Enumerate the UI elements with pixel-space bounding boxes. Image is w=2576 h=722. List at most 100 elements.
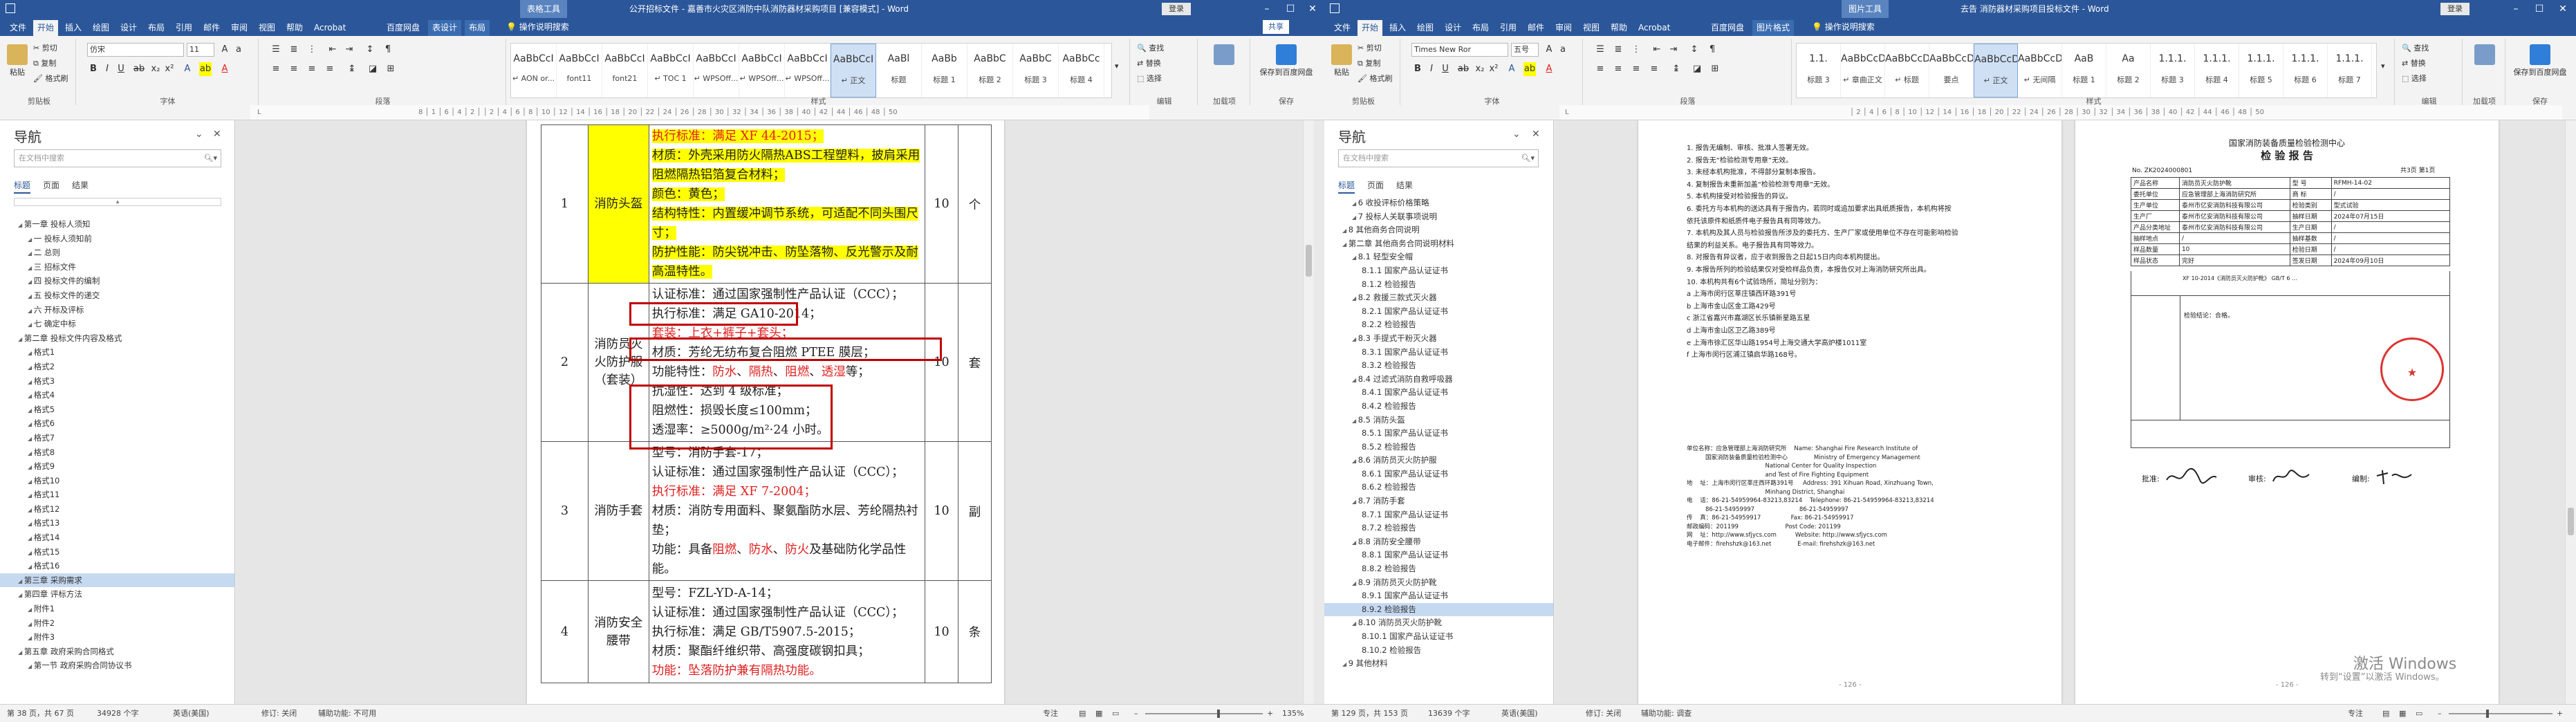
minimize-icon[interactable]: –	[2504, 0, 2528, 18]
grow-font-button[interactable]: A	[219, 43, 231, 57]
style-item[interactable]: AaBbCcD ↵ 正文	[1974, 44, 2018, 98]
nav-item[interactable]: 8.6.1 国家产品认证证书	[1324, 468, 1553, 481]
signin-button[interactable]: 登录	[1162, 3, 1191, 15]
tab-12[interactable]: 百度网盘	[382, 20, 424, 36]
expand-caret-icon[interactable]: ◢	[1352, 214, 1358, 221]
shading-icon[interactable]: ◪	[367, 62, 379, 76]
style-item[interactable]: 1.1.1. 标题 7	[2328, 44, 2372, 98]
shrink-font-button[interactable]: a	[232, 43, 245, 57]
tab-11[interactable]: Acrobat	[1634, 20, 1674, 36]
expand-caret-icon[interactable]: ◢	[28, 250, 34, 257]
tell-me-search[interactable]: 💡 操作说明搜索	[1812, 20, 1875, 34]
tell-me-search[interactable]: 💡 操作说明搜索	[506, 20, 569, 34]
highlight-color-icon[interactable]: ab	[199, 62, 212, 76]
share-button[interactable]: 共享	[1263, 20, 1289, 34]
nav-item[interactable]: ◢ 第二章 其他商务合同说明材料	[1324, 237, 1553, 251]
paste-button[interactable]: 粘贴	[6, 44, 29, 77]
nav-item[interactable]: ◢ 格式3	[0, 374, 234, 389]
nav-tab-1[interactable]: 页面	[43, 177, 59, 194]
font-size-combo[interactable]: 五号	[1511, 43, 1539, 57]
nav-search-input[interactable]: 在文档中搜索 🔍︎▾	[14, 149, 221, 167]
align-left-icon[interactable]: ≡	[270, 62, 282, 76]
expand-caret-icon[interactable]: ◢	[28, 393, 34, 399]
numbering-icon[interactable]: ≣	[1612, 43, 1624, 57]
style-item[interactable]: AaBbCcI ↵ TOC 1	[648, 44, 694, 98]
borders-icon[interactable]: ⊞	[1709, 62, 1721, 76]
zoom-slider[interactable]	[1145, 713, 1263, 714]
nav-item[interactable]: 8.5.2 检验报告	[1324, 441, 1553, 454]
nav-item[interactable]: ◢ 格式13	[0, 516, 234, 530]
nav-item[interactable]: ◢ 第五章 政府采购合同格式	[0, 645, 234, 659]
strikethrough-icon[interactable]: ab	[133, 62, 145, 76]
expand-caret-icon[interactable]: ◢	[28, 421, 34, 427]
replace-button[interactable]: ⇄ 替换	[2402, 57, 2426, 71]
numbering-icon[interactable]: ≣	[288, 43, 300, 57]
tab-3[interactable]: 绘图	[1413, 20, 1438, 36]
nav-item[interactable]: ◢ 8.6 消防员灭火防护服	[1324, 454, 1553, 468]
status-words[interactable]: 34928 个字	[97, 705, 139, 722]
underline-icon[interactable]: U	[115, 62, 127, 76]
horizontal-ruler[interactable]: L 8 │ 1 │ 6 │ 4 │ 2 │ │ 2 │ 4 │ 6 │ 8 │ …	[250, 105, 1149, 120]
print-layout-icon[interactable]: ▦	[1095, 705, 1102, 722]
vertical-scrollbar[interactable]	[2565, 120, 2576, 704]
tab-6[interactable]: 引用	[1496, 20, 1521, 36]
nav-item[interactable]: ◢ 附件2	[0, 616, 234, 631]
nav-item[interactable]: ◢ 格式11	[0, 488, 234, 502]
expand-caret-icon[interactable]: ◢	[1342, 661, 1349, 667]
nav-item[interactable]: ◢ 8.9 消防员灭火防护靴	[1324, 576, 1553, 590]
expand-caret-icon[interactable]: ◢	[18, 222, 24, 228]
strikethrough-icon[interactable]: ab	[1457, 62, 1470, 76]
expand-caret-icon[interactable]: ◢	[18, 649, 24, 656]
nav-item[interactable]: ◢ 格式15	[0, 545, 234, 559]
paste-button[interactable]: 粘贴	[1330, 44, 1353, 77]
document-page[interactable]: 1 消防头盔 执行标准：满足 XF 44-2015； 材质：外壳采用防火隔热ABS工程…	[527, 120, 1004, 704]
style-item[interactable]: AaBbC 标题 3	[1013, 44, 1059, 98]
nav-item[interactable]: 8.10.1 国家产品认证证书	[1324, 630, 1553, 644]
tab-10[interactable]: 帮助	[282, 20, 307, 36]
minimize-icon[interactable]: –	[1255, 0, 1279, 18]
zoom-slider[interactable]	[2449, 713, 2552, 714]
expand-caret-icon[interactable]: ◢	[18, 592, 24, 598]
expand-caret-icon[interactable]: ◢	[1352, 580, 1358, 586]
nav-item[interactable]: ◢ 格式16	[0, 559, 234, 573]
expand-caret-icon[interactable]: ◢	[28, 521, 34, 527]
nav-item[interactable]: 8.8.1 国家产品认证证书	[1324, 548, 1553, 562]
highlight-color-icon[interactable]: ab	[1523, 62, 1536, 76]
nav-item[interactable]: 8.7.2 检验报告	[1324, 521, 1553, 535]
bullets-icon[interactable]: ☰	[1594, 43, 1606, 57]
expand-caret-icon[interactable]: ◢	[1352, 539, 1358, 546]
nav-item[interactable]: ◢ 格式12	[0, 502, 234, 517]
tab-1[interactable]: 开始	[33, 20, 59, 36]
bullets-icon[interactable]: ☰	[270, 43, 282, 57]
nav-item[interactable]: ◢ 8.1 轻型安全帽	[1324, 250, 1553, 264]
select-button[interactable]: ⬚ 选择	[1137, 72, 1162, 86]
nav-tab-0[interactable]: 标题	[1338, 177, 1355, 194]
align-right-icon[interactable]: ≡	[1630, 62, 1642, 76]
tab-4[interactable]: 设计	[1440, 20, 1465, 36]
style-item[interactable]: 1.1.1. 标题 4	[2195, 44, 2239, 98]
nav-item[interactable]: ◢ 附件3	[0, 630, 234, 645]
tab-2[interactable]: 插入	[61, 20, 86, 36]
expand-caret-icon[interactable]: ◢	[1352, 458, 1358, 464]
cell-requirements[interactable]: 执行标准：满足 XF 44-2015； 材质：外壳采用防火隔热ABS工程塑料，披肩…	[648, 124, 926, 284]
font-size-combo[interactable]: 11	[187, 43, 214, 57]
format-painter-button[interactable]: 🖌 格式刷	[1358, 72, 1392, 86]
show-marks-icon[interactable]: ¶	[1706, 43, 1718, 57]
cell-requirements[interactable]: 型号：消防手套-17； 认证标准：通过国家强制性产品认证（CCC）； 执行标准：满足…	[648, 441, 926, 581]
save-icon[interactable]	[6, 3, 15, 13]
style-item[interactable]: 1.1.1. 标题 3	[2151, 44, 2195, 98]
nav-item[interactable]: ◢ 第一节 政府采购合同协议书	[0, 658, 234, 673]
font-color-icon[interactable]: A	[1543, 62, 1555, 76]
expand-caret-icon[interactable]: ◢	[28, 464, 34, 470]
expand-caret-icon[interactable]: ◢	[28, 322, 34, 328]
bold-icon[interactable]: B	[1411, 62, 1424, 76]
expand-caret-icon[interactable]: ◢	[1352, 201, 1358, 207]
nav-search-input[interactable]: 在文档中搜索 🔍︎▾	[1338, 149, 1539, 167]
nav-item[interactable]: 8.8.2 检验报告	[1324, 562, 1553, 576]
tab-7[interactable]: 邮件	[199, 20, 224, 36]
chevron-down-icon[interactable]: ⌄	[1512, 129, 1521, 140]
expand-caret-icon[interactable]: ◢	[28, 379, 34, 385]
nav-item[interactable]: ◢ 7 投标人关联事项说明	[1324, 210, 1553, 224]
nav-item[interactable]: ◢ 六 开标及评标	[0, 303, 234, 317]
line-spacing-icon[interactable]: ↨	[346, 62, 358, 76]
